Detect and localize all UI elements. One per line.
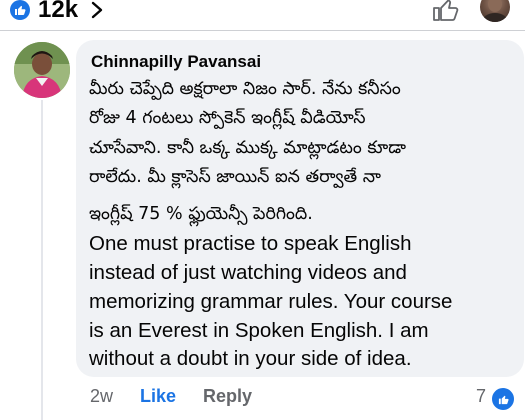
comment-timestamp[interactable]: 2w	[90, 384, 113, 408]
thread-line	[41, 100, 43, 420]
like-badge-icon	[10, 0, 30, 20]
author-name[interactable]: Chinnapilly Pavansai	[91, 52, 261, 72]
author-avatar[interactable]	[14, 42, 70, 98]
comment-bubble[interactable]: Chinnapilly Pavansai మీరు చెప్పేది అక్షర…	[76, 40, 524, 377]
like-reaction-icon[interactable]	[490, 386, 516, 412]
comment-actions: 2w Like Reply 7	[0, 384, 525, 414]
comment-text-line: One must practise to speak English	[89, 232, 412, 255]
reaction-summary-bar[interactable]: 12k	[0, 0, 525, 26]
reply-button[interactable]: Reply	[203, 384, 252, 408]
comment-text-line: రాలేదు. మీ క్లాసెస్ జాయిన్ ఐన తర్వాతే నా	[89, 167, 381, 187]
comment-reaction-count[interactable]: 7	[476, 384, 486, 408]
reaction-count[interactable]: 12k	[38, 0, 78, 23]
comment-text-line: memorizing grammar rules. Your course	[89, 290, 453, 313]
like-button[interactable]: Like	[140, 384, 176, 408]
like-outline-icon[interactable]	[432, 0, 462, 22]
comment-text-line: ఇంగ్లీష్ 75 % ఫ్లుయెన్సీ పెరిగింది.	[89, 204, 313, 224]
chevron-right-icon[interactable]	[89, 0, 105, 20]
comment-text-line: రోజు 4 గంటలు స్పోకెన్ ఇంగ్లీష్ వీడియోస్	[89, 108, 366, 128]
viewer-avatar[interactable]	[480, 0, 510, 22]
facebook-comment-screen: 12k Chinnapilly Pavansai మీరు చెప్పేది అ…	[0, 0, 525, 420]
comment-text-line: మీరు చెప్పేది అక్షరాలా నిజం సార్. నేను క…	[89, 79, 401, 99]
comment-text-line: instead of just watching videos and	[89, 261, 407, 284]
comment-text-line: is an Everest in Spoken English. I am	[89, 319, 429, 342]
comment-text-line: without a doubt in your side of idea.	[89, 347, 412, 370]
comment-text-line: చూసేవాని. కానీ ఒక్క ముక్క మాట్లాడటం కూడా	[89, 138, 407, 158]
divider	[0, 30, 525, 31]
